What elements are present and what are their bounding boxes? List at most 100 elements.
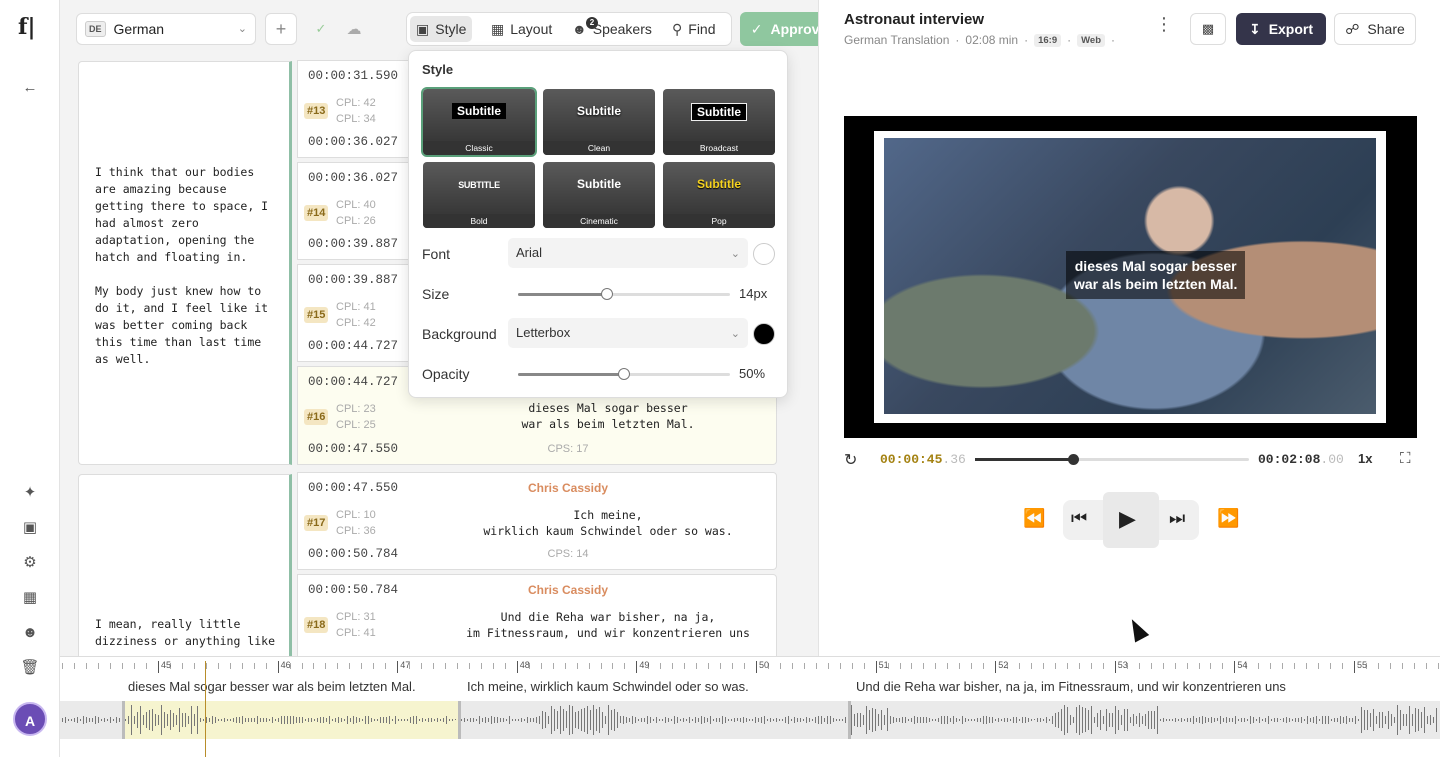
ruler-tick-label: 53 — [1117, 660, 1128, 670]
playhead[interactable] — [205, 661, 206, 757]
ruler-tick-label: 45 — [161, 660, 172, 670]
waveform-bar — [701, 715, 702, 725]
text-style-icon: ▣ — [416, 20, 430, 37]
tab-layout[interactable]: ▦ Layout — [485, 16, 558, 42]
source-text[interactable]: I think that our bodies are amazing beca… — [95, 164, 275, 368]
language-select[interactable]: DE German ⌄ — [76, 13, 256, 45]
waveform-bar — [479, 716, 480, 724]
preset-broadcast[interactable]: Subtitle Broadcast — [663, 89, 775, 155]
more-options-icon[interactable]: ⋮ — [1155, 14, 1173, 35]
waveform-bar — [698, 718, 699, 722]
segment-boundary[interactable] — [458, 701, 461, 739]
share-button[interactable]: ☍ Share — [1334, 13, 1416, 45]
segment-in-time[interactable]: 00:00:39.887 — [308, 273, 398, 287]
letterbox-frame: dieses Mal sogar besser war als beim let… — [874, 131, 1386, 423]
ruler-tick — [134, 663, 136, 669]
font-color-swatch[interactable] — [753, 243, 775, 265]
segment-in-time[interactable]: 00:00:36.027 — [308, 171, 398, 185]
background-color-swatch[interactable] — [753, 323, 775, 345]
users-icon[interactable]: ☻ — [20, 623, 40, 643]
preset-clean[interactable]: Subtitle Clean — [543, 89, 655, 155]
opacity-slider-handle[interactable] — [618, 368, 630, 380]
segment-text[interactable]: Ich meine, wirklich kaum Schwindel oder … — [388, 507, 818, 539]
camera-icon[interactable]: ▣ — [20, 518, 40, 538]
waveform-bar — [1385, 715, 1386, 725]
cloud-icon[interactable]: ☁ — [342, 13, 366, 45]
timeline-caption[interactable]: Und die Reha war bisher, na ja, im Fitne… — [856, 679, 1286, 694]
wand-icon[interactable]: ✦ — [20, 483, 40, 503]
waveform-bar — [1268, 716, 1269, 724]
segment-in-time[interactable]: 00:00:31.590 — [308, 69, 398, 83]
font-select[interactable]: Arial ⌄ — [508, 238, 748, 268]
source-text[interactable]: I mean, really little dizziness or anyth… — [95, 616, 275, 650]
previous-segment-icon[interactable]: ⏮ — [1071, 508, 1087, 529]
segment-speaker[interactable]: Chris Cassidy — [298, 583, 818, 597]
waveform-bar — [1088, 710, 1089, 730]
source-block[interactable]: I think that our bodies are amazing beca… — [78, 61, 292, 465]
opacity-slider[interactable] — [518, 368, 730, 380]
size-slider-handle[interactable] — [601, 288, 614, 300]
waveform-bar — [374, 719, 375, 721]
segment-text[interactable]: Und die Reha war bisher, na ja, im Fitne… — [388, 609, 818, 641]
next-segment-icon[interactable]: ⏭ — [1169, 508, 1185, 529]
add-button[interactable]: + — [265, 13, 297, 45]
preset-classic[interactable]: Subtitle Classic — [421, 87, 537, 157]
preset-bold[interactable]: SUBTITLE Bold — [423, 162, 535, 228]
replay-icon[interactable]: ↻ — [844, 450, 857, 470]
rewind-icon[interactable]: ⏪ — [1023, 508, 1045, 529]
waveform-bar — [650, 716, 651, 724]
tab-find[interactable]: ⚲ Find — [666, 16, 722, 42]
app-logo[interactable]: f| — [18, 14, 35, 40]
back-arrow-icon[interactable]: ← — [20, 78, 40, 98]
playback-speed[interactable]: 1x — [1358, 451, 1372, 466]
export-button[interactable]: ↧ Export — [1236, 13, 1326, 45]
background-select[interactable]: Letterbox ⌄ — [508, 318, 748, 348]
assistant-bot-icon[interactable]: ▩ — [1190, 13, 1226, 45]
ruler-tick — [110, 663, 112, 669]
time-ruler[interactable]: 45 46 47 48 49 50 51 52 53 54 55 — [60, 657, 1440, 675]
size-slider[interactable] — [518, 288, 730, 300]
preset-cinematic[interactable]: Subtitle Cinematic — [543, 162, 655, 228]
segment-boundary[interactable] — [848, 701, 851, 739]
settings-gear-icon[interactable]: ⚙ — [20, 553, 40, 573]
building-icon[interactable]: ▦ — [20, 588, 40, 608]
segment-boundary[interactable] — [122, 701, 125, 739]
segment-speaker[interactable]: Chris Cassidy — [298, 481, 818, 495]
waveform-bar — [563, 708, 564, 732]
duration-frames: .00 — [1320, 452, 1344, 467]
segment-out-time[interactable]: 00:00:44.727 — [308, 339, 398, 353]
segment-out-time[interactable]: 00:00:39.887 — [308, 237, 398, 251]
segment-row[interactable]: 00:00:50.784 Chris Cassidy #18 CPL: 31 C… — [297, 574, 777, 656]
user-avatar[interactable]: A — [13, 702, 47, 736]
video-player[interactable]: dieses Mal sogar besser war als beim let… — [844, 116, 1417, 438]
segment-row[interactable]: 00:00:47.550 Chris Cassidy #17 CPL: 10 C… — [297, 472, 777, 570]
play-icon[interactable]: ▶ — [1119, 506, 1136, 532]
tab-speakers[interactable]: ☻ 2 Speakers — [566, 16, 658, 42]
grid-icon: ▦ — [491, 20, 505, 37]
waveform-bar — [800, 718, 801, 722]
project-meta: German Translation · 02:08 min · 16:9 · … — [844, 33, 1115, 47]
timeline-caption[interactable]: Ich meine, wirklich kaum Schwindel oder … — [467, 679, 749, 694]
tab-style[interactable]: ▣ Style — [410, 16, 473, 42]
waveform-timeline[interactable]: 45 46 47 48 49 50 51 52 53 54 55 dieses Mal sogar … — [60, 656, 1440, 757]
check-icon[interactable]: ✓ — [309, 13, 333, 45]
waveform-bar — [1040, 717, 1041, 723]
progress-bar[interactable] — [975, 454, 1249, 465]
ruler-tick — [791, 663, 793, 669]
fullscreen-icon[interactable]: ⛶ — [1400, 450, 1411, 467]
waveform-bar — [521, 718, 522, 722]
segment-cpl-line1: CPL: 10 — [336, 509, 376, 521]
progress-handle[interactable] — [1067, 454, 1079, 465]
source-block[interactable]: I mean, really little dizziness or anyth… — [78, 474, 292, 656]
waveform-bar — [251, 717, 252, 723]
preset-pop[interactable]: Subtitle Pop — [663, 162, 775, 228]
fast-forward-icon[interactable]: ⏩ — [1217, 508, 1239, 529]
waveform-bar — [998, 717, 999, 723]
timeline-caption[interactable]: dieses Mal sogar besser war als beim let… — [128, 679, 416, 694]
trash-icon[interactable]: 🗑 — [20, 658, 40, 678]
segment-in-time[interactable]: 00:00:44.727 — [308, 375, 398, 389]
waveform-bar — [191, 705, 192, 735]
segment-text[interactable]: dieses Mal sogar besser war als beim let… — [388, 400, 818, 432]
segment-out-time[interactable]: 00:00:36.027 — [308, 135, 398, 149]
style-popover: Style Subtitle Classic Subtitle Clean Su… — [408, 50, 788, 398]
